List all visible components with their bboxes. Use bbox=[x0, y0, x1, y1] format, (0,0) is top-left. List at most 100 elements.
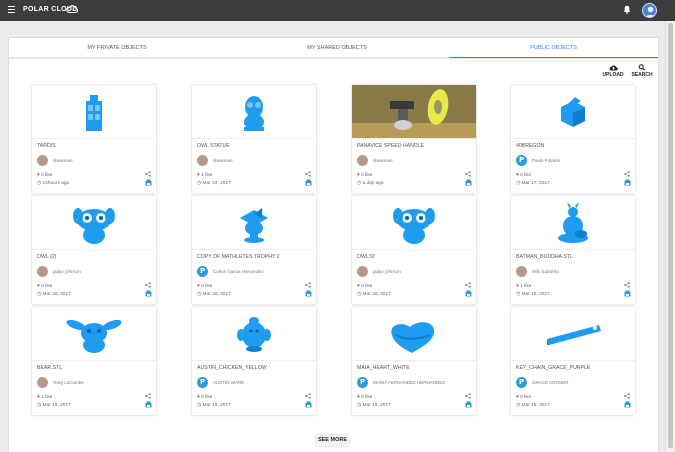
object-date: ◷ Mar 16, 2017 bbox=[37, 403, 71, 408]
share-icon[interactable] bbox=[305, 282, 311, 288]
object-thumbnail[interactable] bbox=[511, 196, 635, 250]
share-icon[interactable] bbox=[465, 171, 471, 177]
object-thumbnail[interactable] bbox=[32, 85, 156, 139]
cloud-icon bbox=[66, 5, 78, 13]
share-icon[interactable] bbox=[145, 393, 151, 399]
like-count[interactable]: ♥ 1 like bbox=[37, 395, 52, 400]
share-icon[interactable] bbox=[145, 282, 151, 288]
object-thumbnail[interactable] bbox=[192, 85, 316, 139]
print-icon[interactable] bbox=[624, 290, 631, 297]
heart-icon: ♥ bbox=[516, 284, 519, 289]
object-thumbnail[interactable] bbox=[511, 307, 635, 361]
like-count[interactable]: ♥ 1 like bbox=[516, 284, 531, 289]
object-card[interactable]: OWL32 jadyn johnson ♥ 0 like ◷ Mar 16, 2… bbox=[352, 196, 476, 304]
object-title[interactable]: PANAVICE SPEED HANDLE bbox=[357, 143, 424, 149]
object-thumbnail[interactable] bbox=[352, 196, 476, 250]
object-card[interactable]: BEAR.STL Greg LaCombe ♥ 1 like ◷ Mar 16,… bbox=[32, 307, 156, 415]
tab-public-objects[interactable]: PUBLIC OBJECTS bbox=[449, 38, 658, 58]
print-icon[interactable] bbox=[465, 401, 472, 408]
object-title[interactable]: BATMAN_BUDDHA.STL bbox=[516, 254, 573, 260]
like-count[interactable]: ♥ 0 like bbox=[516, 173, 531, 178]
like-count[interactable]: ♥ 0 like bbox=[37, 173, 52, 178]
object-card[interactable]: OWL (2) jadyn johnson ♥ 0 like ◷ Mar 16,… bbox=[32, 196, 156, 304]
share-icon[interactable] bbox=[305, 171, 311, 177]
share-icon[interactable] bbox=[305, 393, 311, 399]
object-title[interactable]: MAIA_HEART_WHITE bbox=[357, 365, 410, 371]
object-thumbnail[interactable] bbox=[32, 307, 156, 361]
like-count[interactable]: ♥ 0 like bbox=[37, 284, 52, 289]
like-count[interactable]: ♥ 1 like bbox=[197, 173, 212, 178]
upload-button[interactable]: UPLOAD bbox=[600, 64, 626, 78]
see-more-button[interactable]: SEE MORE bbox=[316, 435, 349, 446]
heart-icon: ♥ bbox=[37, 395, 40, 400]
like-count[interactable]: ♥ 0 like bbox=[516, 395, 531, 400]
object-title[interactable]: 40BREGON bbox=[516, 143, 544, 149]
like-count[interactable]: ♥ 0 like bbox=[357, 173, 372, 178]
like-count[interactable]: ♥ 0 like bbox=[357, 284, 372, 289]
owner-name: Paulo Polarek bbox=[532, 158, 561, 163]
owner-avatar bbox=[197, 377, 208, 388]
share-icon[interactable] bbox=[624, 393, 630, 399]
object-card[interactable]: TARDIS dnewman ♥ 0 like ◷ 15hours ago bbox=[32, 85, 156, 193]
object-card[interactable]: OWL STATUE dnewman ♥ 1 like ◷ Mar 23, 20… bbox=[192, 85, 316, 193]
share-icon[interactable] bbox=[465, 282, 471, 288]
print-icon[interactable] bbox=[145, 179, 152, 186]
print-icon[interactable] bbox=[624, 179, 631, 186]
tab-my-private-objects[interactable]: MY PRIVATE OBJECTS bbox=[9, 38, 225, 58]
object-thumbnail[interactable] bbox=[192, 307, 316, 361]
object-title[interactable]: AUSTIN_CHICKEN_YELLOW bbox=[197, 365, 267, 371]
like-count-text: 0 like bbox=[520, 173, 532, 178]
object-card[interactable]: MAIA_HEART_WHITE MARIA FERNANDEZ HERNAND… bbox=[352, 307, 476, 415]
share-icon[interactable] bbox=[624, 282, 630, 288]
object-card[interactable]: COPY OF MATHLETES TROPHY 2 Carlos Garcia… bbox=[192, 196, 316, 304]
object-thumbnail[interactable] bbox=[511, 85, 635, 139]
object-title[interactable]: BEAR.STL bbox=[37, 365, 62, 371]
hamburger-menu-icon[interactable] bbox=[8, 6, 15, 14]
search-button[interactable]: SEARCH bbox=[629, 64, 655, 78]
notification-bell-icon[interactable] bbox=[623, 5, 631, 14]
object-card[interactable]: 40BREGON Paulo Polarek ♥ 0 like ◷ Mar 17… bbox=[511, 85, 635, 193]
object-title[interactable]: OWL (2) bbox=[37, 254, 56, 260]
object-date-text: Mar 16, 2017 bbox=[42, 403, 71, 408]
object-thumbnail[interactable] bbox=[192, 196, 316, 250]
object-date: ◷ Mar 16, 2017 bbox=[197, 403, 231, 408]
page-scrollbar[interactable] bbox=[665, 21, 675, 452]
object-thumbnail[interactable] bbox=[32, 196, 156, 250]
clock-icon: ◷ bbox=[197, 181, 202, 186]
object-card[interactable]: BATMAN_BUDDHA.STL Milo Eubanks ♥ 1 like … bbox=[511, 196, 635, 304]
print-icon[interactable] bbox=[305, 179, 312, 186]
object-card[interactable]: PANAVICE SPEED HANDLE dnewman ♥ 0 like ◷… bbox=[352, 85, 476, 193]
scrollbar-thumb[interactable] bbox=[668, 23, 673, 448]
print-icon[interactable] bbox=[305, 290, 312, 297]
print-icon[interactable] bbox=[145, 290, 152, 297]
share-icon[interactable] bbox=[624, 171, 630, 177]
object-thumbnail[interactable] bbox=[352, 307, 476, 361]
print-icon[interactable] bbox=[305, 401, 312, 408]
object-title[interactable]: TARDIS bbox=[37, 143, 56, 149]
object-title[interactable]: OWL32 bbox=[357, 254, 375, 260]
top-app-bar: POLAR CLOUD bbox=[0, 0, 675, 21]
print-icon[interactable] bbox=[145, 401, 152, 408]
clock-icon: ◷ bbox=[357, 292, 362, 297]
object-card[interactable]: AUSTIN_CHICKEN_YELLOW AUSTIN WARE ♥ 0 li… bbox=[192, 307, 316, 415]
user-avatar[interactable] bbox=[642, 3, 657, 18]
print-icon[interactable] bbox=[624, 401, 631, 408]
object-card[interactable]: KEY_CHAIN_GRACE_PURPLE GRACE KRONER ♥ 0 … bbox=[511, 307, 635, 415]
like-count[interactable]: ♥ 0 like bbox=[357, 395, 372, 400]
owner-avatar bbox=[516, 377, 527, 388]
print-icon[interactable] bbox=[465, 179, 472, 186]
object-title[interactable]: OWL STATUE bbox=[197, 143, 230, 149]
heart-icon: ♥ bbox=[357, 395, 360, 400]
tab-my-shared-objects[interactable]: MY SHARED OBJECTS bbox=[225, 38, 449, 58]
object-date: ◷ Mar 16, 2017 bbox=[357, 403, 391, 408]
object-title[interactable]: COPY OF MATHLETES TROPHY 2 bbox=[197, 254, 280, 260]
object-title[interactable]: KEY_CHAIN_GRACE_PURPLE bbox=[516, 365, 590, 371]
like-count-text: 0 like bbox=[361, 173, 373, 178]
share-icon[interactable] bbox=[465, 393, 471, 399]
share-icon[interactable] bbox=[145, 171, 151, 177]
print-icon[interactable] bbox=[465, 290, 472, 297]
like-count[interactable]: ♥ 0 like bbox=[197, 284, 212, 289]
like-count[interactable]: ♥ 0 like bbox=[197, 395, 212, 400]
like-count-text: 0 like bbox=[201, 284, 213, 289]
object-thumbnail[interactable] bbox=[352, 85, 476, 139]
